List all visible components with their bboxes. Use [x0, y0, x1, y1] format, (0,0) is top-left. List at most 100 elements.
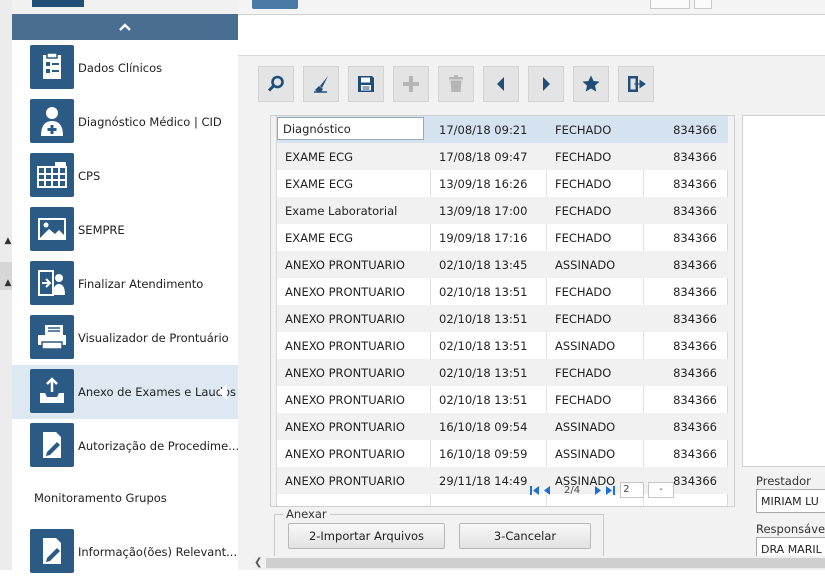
row-status: FECHADO — [555, 230, 612, 245]
table-row[interactable]: ANEXO PRONTUARIO 16/10/18 09:54 ASSINADO… — [277, 413, 728, 440]
search-button[interactable] — [258, 66, 294, 102]
row-date: 29/11/18 14:49 — [439, 473, 528, 488]
table-row[interactable]: Diagnóstico 17/08/18 09:21 FECHADO 83436… — [277, 116, 728, 143]
table-row[interactable]: ANEXO PRONTUARIO 02/10/18 13:51 FECHADO … — [277, 386, 728, 413]
next-button[interactable] — [528, 66, 564, 102]
favorite-button[interactable] — [573, 66, 609, 102]
import-files-button[interactable]: 2-Importar Arquivos — [288, 523, 445, 549]
first-page-button[interactable] — [528, 483, 540, 497]
row-date: 02/10/18 13:45 — [439, 257, 528, 272]
row-date: 13/09/18 16:26 — [439, 176, 528, 191]
last-page-button[interactable] — [604, 483, 616, 497]
sidebar-item-visualizador-prontuario[interactable]: Visualizador de Prontuário — [12, 313, 238, 363]
brush-icon — [314, 76, 328, 93]
sidebar-item-label: Finalizar Atendimento — [78, 277, 204, 291]
chevron-up-icon — [119, 23, 131, 31]
scroll-left-icon[interactable]: ❮ — [254, 557, 262, 568]
table-row[interactable]: ANEXO PRONTUARIO 02/10/18 13:51 ASSINADO… — [277, 332, 728, 359]
row-status: FECHADO — [555, 365, 612, 380]
sidebar-item-label: Informação(ões) Relevant... — [78, 545, 238, 559]
next-page-icon — [594, 485, 601, 495]
horizontal-scrollbar[interactable]: ❮ — [252, 556, 825, 570]
page-number-input[interactable]: 2 — [620, 482, 645, 498]
row-status: FECHADO — [555, 203, 612, 218]
row-code: 834366 — [673, 392, 717, 407]
top-button[interactable] — [650, 0, 690, 9]
table-row[interactable]: ANEXO PRONTUARIO 16/10/18 09:59 ASSINADO… — [277, 440, 728, 467]
scrollbar-thumb[interactable] — [266, 558, 825, 568]
table-row[interactable]: ANEXO PRONTUARIO 02/10/18 13:51 FECHADO … — [277, 278, 728, 305]
row-code: 834366 — [673, 122, 717, 137]
window-left-edge: ▲ ▲ — [0, 0, 12, 570]
previous-page-button[interactable] — [540, 483, 552, 497]
previous-button[interactable] — [483, 66, 519, 102]
delete-button[interactable] — [438, 66, 474, 102]
sidebar-item-cps[interactable]: CPS — [12, 151, 238, 201]
image-icon — [30, 207, 74, 251]
table-row[interactable]: ANEXO PRONTUARIO 02/10/18 13:51 FECHADO … — [277, 305, 728, 332]
sidebar-item-autorizacao-procedimento[interactable]: Autorização de Procedime... — [12, 421, 240, 471]
row-code: 834366 — [673, 338, 717, 353]
row-code: 834366 — [673, 203, 717, 218]
table-row[interactable]: EXAME ECG 13/09/18 16:26 FECHADO 834366 — [277, 170, 728, 197]
page-size-select[interactable]: - — [648, 482, 675, 498]
sidebar-item-diagnostico-medico[interactable]: Diagnóstico Médico | CID — [12, 97, 238, 147]
row-type: ANEXO PRONTUARIO — [285, 338, 405, 353]
row-status: ASSINADO — [555, 446, 616, 461]
cancel-button[interactable]: 3-Cancelar — [459, 523, 591, 549]
row-status: FECHADO — [555, 122, 612, 137]
table-row[interactable]: EXAME ECG 17/08/18 09:47 FECHADO 834366 — [277, 143, 728, 170]
row-status: ASSINADO — [555, 338, 616, 353]
row-code: 834366 — [673, 311, 717, 326]
sidebar-item-label: CPS — [78, 169, 101, 183]
row-status: ASSINADO — [555, 419, 616, 434]
top-button-small[interactable] — [694, 0, 712, 9]
row-date: 02/10/18 13:51 — [439, 365, 528, 380]
sidebar-item-dados-clinicos[interactable]: Dados Clínicos — [12, 43, 238, 93]
search-icon — [267, 75, 284, 92]
row-date: 17/08/18 09:47 — [439, 149, 528, 164]
sidebar-item-finalizar-atendimento[interactable]: Finalizar Atendimento — [12, 259, 238, 309]
row-date: 16/10/18 09:59 — [439, 446, 528, 461]
sidebar-section-monitoramento-grupos[interactable]: Monitoramento Grupos — [34, 491, 167, 505]
sidebar-item-label: SEMPRE — [78, 223, 125, 237]
sidebar-item-anexo-exames-laudos[interactable]: Anexo de Exames e Laudos — [12, 365, 238, 419]
right-panel — [742, 115, 825, 467]
next-page-button[interactable] — [592, 483, 604, 497]
table-row[interactable]: Exame Laboratorial 13/09/18 17:00 FECHAD… — [277, 197, 728, 224]
sidebar-item-sempre[interactable]: SEMPRE — [12, 205, 238, 255]
row-status: FECHADO — [555, 149, 612, 164]
row-type: ANEXO PRONTUARIO — [285, 419, 405, 434]
active-item-indicator — [218, 384, 227, 400]
table-row[interactable]: ANEXO PRONTUARIO 02/10/18 13:45 ASSINADO… — [277, 251, 728, 278]
row-type: Exame Laboratorial — [285, 203, 398, 218]
row-type: ANEXO PRONTUARIO — [285, 284, 405, 299]
row-code: 834366 — [673, 284, 717, 299]
row-type-input[interactable]: Diagnóstico — [277, 117, 424, 140]
row-date: 02/10/18 13:51 — [439, 338, 528, 353]
save-button[interactable] — [348, 66, 384, 102]
add-button[interactable] — [393, 66, 429, 102]
clear-button[interactable] — [303, 66, 339, 102]
table-row[interactable]: ANEXO PRONTUARIO 02/10/18 13:51 FECHADO … — [277, 359, 728, 386]
row-date: 16/10/18 09:54 — [439, 419, 528, 434]
sidebar-item-label: Autorização de Procedime... — [78, 439, 240, 453]
first-page-icon — [529, 485, 539, 495]
top-tab[interactable] — [252, 0, 298, 9]
table-row[interactable]: EXAME ECG 19/09/18 17:16 FECHADO 834366 — [277, 224, 728, 251]
page-info: 2/4 — [564, 484, 581, 496]
sidebar-top-block — [32, 0, 84, 7]
row-type: ANEXO PRONTUARIO — [285, 257, 405, 272]
prestador-label: Prestador — [756, 474, 811, 488]
row-code: 834366 — [673, 446, 717, 461]
sidebar-collapse-button[interactable] — [12, 14, 238, 40]
exit-button[interactable] — [618, 66, 654, 102]
row-code: 834366 — [673, 365, 717, 380]
sidebar-item-label: Dados Clínicos — [78, 61, 163, 75]
previous-page-icon — [543, 485, 550, 495]
grid-icon — [30, 153, 74, 197]
prestador-field[interactable]: MIRIAM LU — [756, 489, 825, 513]
row-type: EXAME ECG — [285, 230, 354, 245]
arrow-left-icon — [497, 77, 504, 91]
grid-scrollbar[interactable] — [727, 116, 734, 506]
